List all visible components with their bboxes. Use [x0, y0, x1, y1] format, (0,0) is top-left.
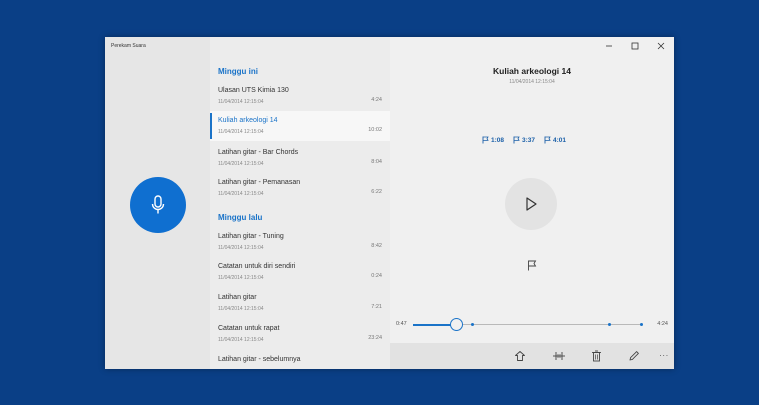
item-duration: 8:04	[371, 159, 382, 165]
item-duration: 23:24	[368, 335, 382, 341]
trim-button[interactable]	[551, 348, 567, 364]
app-title: Perekam Suara	[111, 43, 146, 49]
flag-icon	[544, 136, 551, 144]
list-item[interactable]: Latihan gitar - Bar Chords 11/04/2014 12…	[210, 143, 390, 173]
item-title: Latihan gitar - sebelumnya	[218, 356, 301, 363]
share-button[interactable]	[512, 348, 528, 364]
marker-1[interactable]: 1:08	[482, 136, 504, 144]
item-duration: 0:24	[371, 273, 382, 279]
marker-2[interactable]: 3:37	[513, 136, 535, 144]
more-button[interactable]: ···	[656, 348, 672, 364]
left-pane: Perekam Suara	[105, 37, 210, 369]
rename-button[interactable]	[626, 348, 642, 364]
item-duration: 8:42	[371, 243, 382, 249]
current-time: 0:47	[396, 321, 407, 327]
bottom-toolbar: ···	[390, 343, 674, 369]
item-title: Catatan untuk diri sendiri	[218, 263, 296, 270]
list-item[interactable]: Latihan gitar 11/04/2014 12:15:04 7:21	[210, 288, 390, 318]
seek-marker-dot	[470, 322, 474, 326]
maximize-button[interactable]	[622, 37, 648, 55]
item-title: Kuliah arkeologi 14	[218, 117, 278, 124]
marker-time: 1:08	[491, 136, 505, 144]
play-icon	[526, 197, 537, 211]
seek-marker-dot	[607, 322, 611, 326]
flag-icon	[528, 260, 537, 270]
item-duration: 4:24	[371, 97, 382, 103]
close-icon	[657, 42, 665, 50]
maximize-icon	[631, 42, 639, 50]
minimize-icon	[606, 45, 612, 47]
recordings-list: Minggu ini Ulasan UTS Kimia 130 11/04/20…	[210, 37, 390, 369]
play-button[interactable]	[505, 178, 557, 230]
seek-bar[interactable]	[413, 318, 643, 331]
item-title: Latihan gitar - Pemanasan	[218, 179, 301, 186]
item-date: 11/04/2014 12:15:04	[218, 337, 264, 343]
item-title: Latihan gitar - Bar Chords	[218, 149, 299, 156]
item-date: 11/04/2014 12:15:04	[218, 129, 264, 135]
seek-marker-dot	[639, 322, 643, 326]
player-pane: Kuliah arkeologi 14 11/04/2014 12:15:04 …	[390, 37, 674, 369]
trim-icon	[553, 352, 565, 360]
item-date: 11/04/2014 12:15:04	[218, 99, 264, 105]
seek-thumb[interactable]	[449, 318, 463, 331]
delete-button[interactable]	[588, 348, 604, 364]
item-date: 11/04/2014 12:15:04	[218, 191, 264, 197]
list-item[interactable]: Catatan untuk diri sendiri 11/04/2014 12…	[210, 257, 390, 287]
voice-recorder-window: Perekam Suara Minggu ini Ulasan UTS Kimi…	[105, 37, 674, 369]
item-duration: 7:21	[371, 304, 382, 310]
delete-icon	[591, 350, 601, 362]
marker-time: 4:01	[553, 136, 567, 144]
item-title: Latihan gitar - Tuning	[218, 233, 284, 240]
item-date: 11/04/2014 12:15:04	[218, 275, 264, 281]
section-header-last-week: Minggu lalu	[218, 213, 263, 222]
item-duration: 6:22	[371, 189, 382, 195]
marker-time: 3:37	[522, 136, 536, 144]
minimize-button[interactable]	[596, 37, 622, 55]
total-time: 4:24	[657, 321, 668, 327]
item-date: 11/04/2014 12:15:04	[218, 306, 264, 312]
list-item[interactable]: Latihan gitar - Tuning 11/04/2014 12:15:…	[210, 227, 390, 257]
window-controls	[596, 37, 674, 55]
marker-3[interactable]: 4:01	[544, 136, 566, 144]
list-item[interactable]: Latihan gitar - sebelumnya	[210, 350, 390, 369]
item-date: 11/04/2014 12:15:04	[218, 161, 264, 167]
item-duration: 10:02	[368, 127, 382, 133]
selection-indicator	[210, 113, 212, 139]
list-item[interactable]: Latihan gitar - Pemanasan 11/04/2014 12:…	[210, 173, 390, 203]
item-title: Catatan untuk rapat	[218, 325, 280, 332]
add-marker-button[interactable]	[525, 258, 539, 272]
close-button[interactable]	[648, 37, 674, 55]
item-title: Ulasan UTS Kimia 130	[218, 87, 289, 94]
share-icon	[515, 351, 525, 361]
section-header-this-week: Minggu ini	[218, 67, 258, 76]
recording-title: Kuliah arkeologi 14	[493, 66, 571, 76]
list-item-selected[interactable]: Kuliah arkeologi 14 11/04/2014 12:15:04 …	[210, 111, 390, 141]
marker-list: 1:08 3:37 4:01	[482, 136, 566, 144]
microphone-icon	[151, 195, 165, 214]
recording-date: 11/04/2014 12:15:04	[509, 79, 555, 85]
more-icon: ···	[659, 351, 669, 360]
list-item[interactable]: Catatan untuk rapat 11/04/2014 12:15:04 …	[210, 319, 390, 349]
rename-icon	[629, 351, 639, 361]
list-item[interactable]: Ulasan UTS Kimia 130 11/04/2014 12:15:04…	[210, 81, 390, 111]
item-date: 11/04/2014 12:15:04	[218, 245, 264, 251]
flag-icon	[482, 136, 489, 144]
record-button[interactable]	[130, 177, 186, 233]
flag-icon	[513, 136, 520, 144]
item-title: Latihan gitar	[218, 294, 257, 301]
